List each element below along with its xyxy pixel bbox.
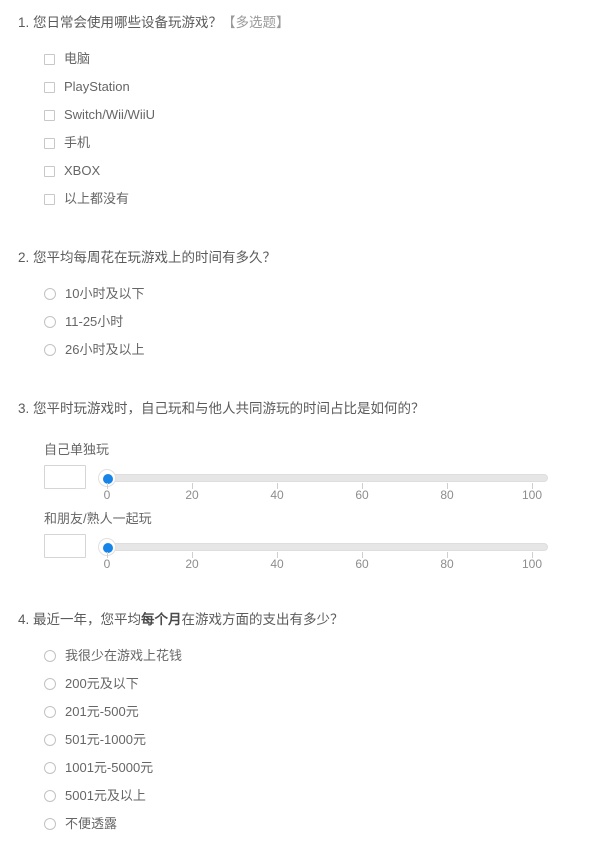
question-4-options: 我很少在游戏上花钱 200元及以下 201元-500元 501元-1000元 1…: [0, 629, 596, 838]
slider-tick-label: 60: [355, 488, 369, 502]
question-1-title: 1. 您日常会使用哪些设备玩游戏？【多选题】: [0, 14, 596, 32]
radio-icon[interactable]: [44, 818, 56, 830]
slider-track[interactable]: [107, 543, 548, 551]
question-4-title: 4. 最近一年，您平均每个月在游戏方面的支出有多少？: [0, 611, 596, 629]
checkbox-icon[interactable]: [44, 109, 55, 121]
radio-icon[interactable]: [44, 734, 56, 746]
option-row[interactable]: 1001元-5000元: [44, 754, 596, 782]
option-label: 201元-500元: [65, 704, 139, 719]
question-3-title: 3. 您平时玩游戏时，自己玩和与他人共同游玩的时间占比是如何的？: [0, 400, 596, 418]
slider-thumb-dot: [103, 474, 113, 484]
slider-item: 自己单独玩 0 20 40 60 80 100: [44, 442, 596, 502]
slider-tick-label: 40: [270, 488, 284, 502]
checkbox-icon[interactable]: [44, 165, 55, 177]
option-label: 电脑: [64, 51, 91, 66]
question-4: 4. 最近一年，您平均每个月在游戏方面的支出有多少？ 我很少在游戏上花钱 200…: [0, 568, 596, 838]
question-2: 2. 您平均每周花在玩游戏上的时间有多久？ 10小时及以下 11-25小时 26…: [0, 213, 596, 364]
question-2-options: 10小时及以下 11-25小时 26小时及以上: [0, 267, 596, 364]
question-1-tag: 【多选题】: [222, 15, 290, 30]
option-label: 手机: [64, 135, 91, 150]
survey-form: 1. 您日常会使用哪些设备玩游戏？【多选题】 电脑 PlayStation Sw…: [0, 0, 596, 838]
option-row[interactable]: XBOX: [44, 157, 596, 185]
slider-track[interactable]: [107, 474, 548, 482]
question-2-title: 2. 您平均每周花在玩游戏上的时间有多久？: [0, 249, 596, 267]
question-2-text: 您平均每周花在玩游戏上的时间有多久？: [33, 250, 277, 265]
radio-icon[interactable]: [44, 316, 56, 328]
slider-item: 和朋友/熟人一起玩 0 20 40 60 80 100: [44, 511, 596, 571]
option-label: XBOX: [64, 163, 101, 178]
option-label: 11-25小时: [65, 314, 124, 329]
option-row[interactable]: PlayStation: [44, 73, 596, 101]
option-label: 200元及以下: [65, 676, 139, 691]
radio-icon[interactable]: [44, 790, 56, 802]
option-label: Switch/Wii/WiiU: [64, 107, 155, 122]
option-row[interactable]: 200元及以下: [44, 670, 596, 698]
radio-icon[interactable]: [44, 288, 56, 300]
slider-row: 0 20 40 60 80 100: [44, 534, 596, 571]
question-3-sliders: 自己单独玩 0 20 40 60 80 100 和朋友/熟人一起玩 0 20 4…: [0, 418, 596, 571]
checkbox-icon[interactable]: [44, 193, 55, 205]
slider-label: 自己单独玩: [44, 442, 110, 457]
question-1: 1. 您日常会使用哪些设备玩游戏？【多选题】 电脑 PlayStation Sw…: [0, 0, 596, 213]
question-3: 3. 您平时玩游戏时，自己玩和与他人共同游玩的时间占比是如何的？ 自己单独玩 0: [0, 364, 596, 571]
option-row[interactable]: Switch/Wii/WiiU: [44, 101, 596, 129]
slider-value-input[interactable]: [44, 465, 86, 489]
question-4-text-post: 在游戏方面的支出有多少？: [181, 612, 344, 627]
option-row[interactable]: 10小时及以下: [44, 280, 596, 308]
option-row[interactable]: 手机: [44, 129, 596, 157]
option-row[interactable]: 501元-1000元: [44, 726, 596, 754]
question-4-number: 4.: [18, 612, 30, 627]
option-label: 5001元及以上: [65, 788, 146, 803]
radio-icon[interactable]: [44, 762, 56, 774]
radio-icon[interactable]: [44, 678, 56, 690]
question-3-number: 3.: [18, 401, 30, 416]
option-row[interactable]: 11-25小时: [44, 308, 596, 336]
option-row[interactable]: 26小时及以上: [44, 336, 596, 364]
slider-track-area[interactable]: 0 20 40 60 80 100: [97, 534, 596, 571]
question-1-text: 您日常会使用哪些设备玩游戏？: [33, 15, 223, 30]
option-label: 1001元-5000元: [65, 760, 154, 775]
option-row[interactable]: 201元-500元: [44, 698, 596, 726]
option-label: 26小时及以上: [65, 342, 145, 357]
radio-icon[interactable]: [44, 706, 56, 718]
checkbox-icon[interactable]: [44, 137, 55, 149]
question-3-text: 您平时玩游戏时，自己玩和与他人共同游玩的时间占比是如何的？: [33, 401, 425, 416]
option-label: 不便透露: [65, 816, 118, 831]
option-row[interactable]: 5001元及以上: [44, 782, 596, 810]
option-row[interactable]: 电脑: [44, 45, 596, 73]
slider-tick-label: 80: [440, 488, 454, 502]
option-row[interactable]: 以上都没有: [44, 185, 596, 213]
question-2-number: 2.: [18, 250, 30, 265]
question-1-number: 1.: [18, 15, 30, 30]
question-4-text-pre: 最近一年，您平均: [33, 612, 142, 627]
slider-thumb-dot: [103, 543, 113, 553]
radio-icon[interactable]: [44, 650, 56, 662]
slider-row: 0 20 40 60 80 100: [44, 465, 596, 502]
slider-value-input[interactable]: [44, 534, 86, 558]
slider-tick-label: 0: [103, 488, 111, 502]
radio-icon[interactable]: [44, 344, 56, 356]
option-label: 501元-1000元: [65, 732, 146, 747]
option-row[interactable]: 不便透露: [44, 810, 596, 838]
question-1-options: 电脑 PlayStation Switch/Wii/WiiU 手机 XBOX 以…: [0, 32, 596, 213]
slider-tick-label: 100: [521, 488, 543, 502]
checkbox-icon[interactable]: [44, 53, 55, 65]
question-4-text-strong: 每个月: [141, 612, 182, 627]
checkbox-icon[interactable]: [44, 81, 55, 93]
slider-label: 和朋友/熟人一起玩: [44, 511, 152, 526]
slider-track-area[interactable]: 0 20 40 60 80 100: [97, 465, 596, 502]
option-label: 10小时及以下: [65, 286, 145, 301]
slider-tick-label: 20: [185, 488, 199, 502]
option-label: 我很少在游戏上花钱: [65, 648, 183, 663]
option-label: 以上都没有: [64, 191, 130, 206]
option-label: PlayStation: [64, 79, 130, 94]
option-row[interactable]: 我很少在游戏上花钱: [44, 642, 596, 670]
